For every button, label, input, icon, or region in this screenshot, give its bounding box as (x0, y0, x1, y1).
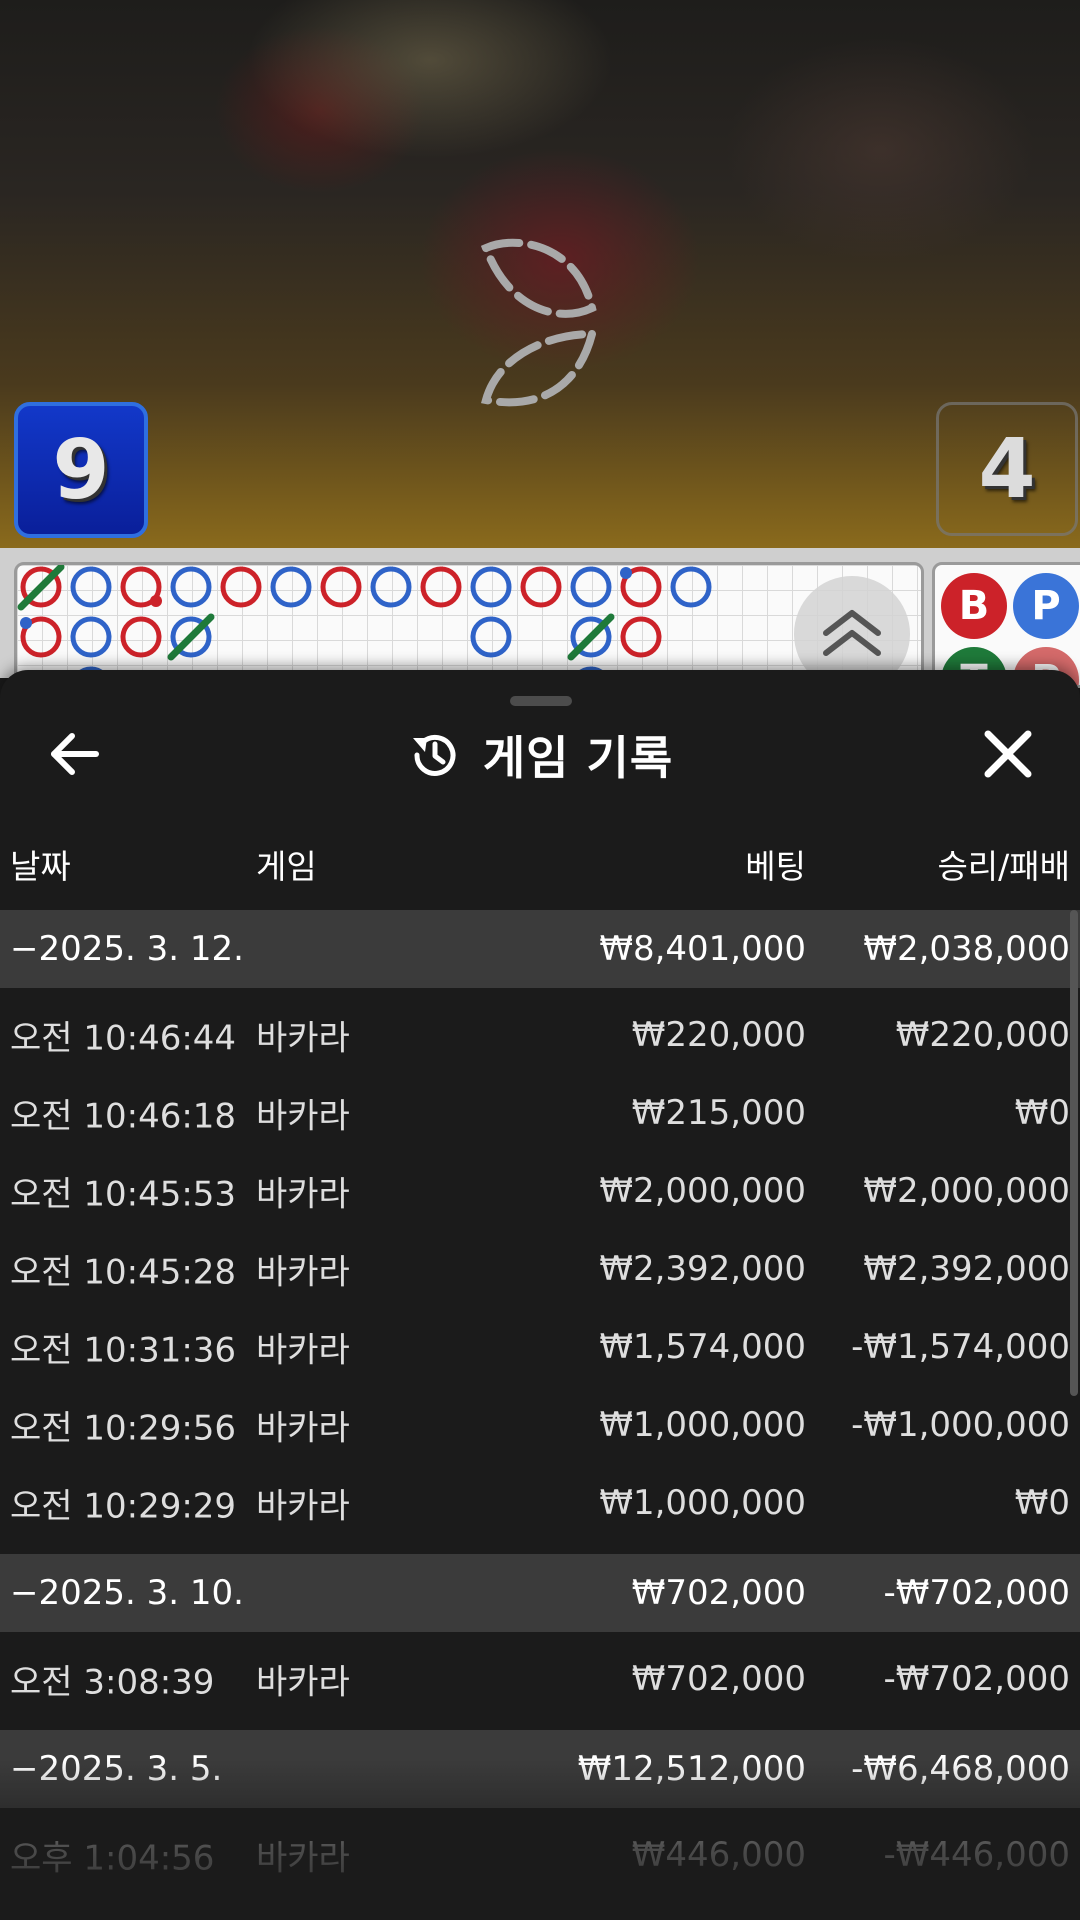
row-result: -₩1,574,000 (851, 1327, 1070, 1367)
sheet-drag-handle[interactable] (510, 696, 572, 706)
banker-score-badge: 4 (936, 402, 1078, 536)
player-road-mark (570, 566, 612, 608)
column-bet: 베팅 (745, 847, 806, 886)
table-row[interactable]: 오전 10:31:36 바카라 ₩1,574,000 -₩1,574,000 (0, 1308, 1080, 1386)
row-date: 오전 10:45:53 (10, 1174, 237, 1215)
row-result: ₩2,000,000 (863, 1171, 1070, 1211)
table-row[interactable]: 오전 10:46:44 바카라 ₩220,000 ₩220,000 (0, 996, 1080, 1074)
row-game: 바카라 (256, 1408, 350, 1449)
row-bet: ₩702,000 (631, 1573, 806, 1613)
banker-pair-dot (150, 595, 162, 607)
row-bet: ₩702,000 (631, 1659, 806, 1699)
player-road-mark (670, 566, 712, 608)
row-game: 바카라 (256, 1330, 350, 1371)
table-row[interactable]: 오전 10:29:56 바카라 ₩1,000,000 -₩1,000,000 (0, 1386, 1080, 1464)
column-game: 게임 (256, 847, 317, 886)
row-date: 오전 10:45:28 (10, 1252, 237, 1293)
row-result: ₩220,000 (895, 1015, 1070, 1055)
row-result: ₩0 (1014, 1483, 1070, 1523)
row-bet: ₩446,000 (631, 1835, 806, 1875)
row-bet: ₩2,000,000 (599, 1171, 806, 1211)
table-header: 날짜 게임 베팅 승리/패배 (0, 840, 1080, 894)
player-road-mark (70, 566, 112, 608)
row-date: −2025. 3. 12. (10, 929, 244, 969)
row-bet: ₩12,512,000 (577, 1749, 806, 1789)
sheet-header: 게임 기록 (0, 720, 1080, 790)
prediction-banker[interactable]: B (941, 573, 1007, 639)
row-bet: ₩215,000 (631, 1093, 806, 1133)
table-row[interactable]: 오전 10:46:18 바카라 ₩215,000 ₩0 (0, 1074, 1080, 1152)
chevron-double-up-icon (823, 610, 881, 656)
table-row[interactable]: 오전 10:45:53 바카라 ₩2,000,000 ₩2,000,000 (0, 1152, 1080, 1230)
live-video-area: 9 4 (0, 0, 1080, 548)
row-bet: ₩1,000,000 (599, 1405, 806, 1445)
table-row[interactable]: 오전 3:08:39 바카라 ₩702,000 -₩702,000 (0, 1640, 1080, 1718)
row-bet: ₩1,000,000 (599, 1483, 806, 1523)
row-result: -₩6,468,000 (851, 1749, 1070, 1789)
row-date: 오전 10:29:29 (10, 1486, 237, 1527)
table-row[interactable]: 오전 10:29:29 바카라 ₩1,000,000 ₩0 (0, 1464, 1080, 1542)
scrollbar[interactable] (1070, 910, 1078, 1396)
player-pair-dot (620, 567, 632, 579)
row-game: 바카라 (256, 1018, 350, 1059)
close-icon[interactable] (976, 722, 1040, 786)
player-road-mark (270, 566, 312, 608)
row-date: 오전 10:46:18 (10, 1096, 237, 1137)
banker-road-mark (420, 566, 462, 608)
row-game: 바카라 (256, 1838, 350, 1879)
banker-road-mark (620, 616, 662, 658)
banker-road-mark (220, 566, 262, 608)
column-result: 승리/패배 (937, 847, 1070, 886)
row-date: 오전 3:08:39 (10, 1662, 215, 1703)
history-table: −2025. 3. 12. ₩8,401,000 ₩2,038,000 오전 1… (0, 910, 1080, 1894)
row-bet: ₩2,392,000 (599, 1249, 806, 1289)
row-bet: ₩220,000 (631, 1015, 806, 1055)
date-group-row[interactable]: −2025. 3. 5. ₩12,512,000 -₩6,468,000 (0, 1730, 1080, 1808)
date-group-row[interactable]: −2025. 3. 10. ₩702,000 -₩702,000 (0, 1554, 1080, 1632)
row-date: 오전 10:29:56 (10, 1408, 237, 1449)
sheet-title: 게임 기록 (482, 731, 674, 785)
row-result: -₩702,000 (883, 1573, 1071, 1613)
row-game: 바카라 (256, 1252, 350, 1293)
column-date: 날짜 (10, 847, 71, 886)
player-road-mark (470, 566, 512, 608)
row-game: 바카라 (256, 1662, 350, 1703)
row-date: −2025. 3. 10. (10, 1573, 244, 1613)
row-date: 오전 10:31:36 (10, 1330, 237, 1371)
banker-road-mark (320, 566, 362, 608)
table-row[interactable]: 오전 10:45:28 바카라 ₩2,392,000 ₩2,392,000 (0, 1230, 1080, 1308)
row-game: 바카라 (256, 1486, 350, 1527)
player-road-mark (170, 566, 212, 608)
road-marks (17, 565, 712, 685)
row-bet: ₩8,401,000 (599, 929, 806, 969)
player-pair-dot (20, 617, 32, 629)
player-road-mark (470, 616, 512, 658)
row-result: -₩702,000 (883, 1659, 1071, 1699)
banker-road-mark (120, 616, 162, 658)
banker-road-mark (520, 566, 562, 608)
row-date: 오전 10:46:44 (10, 1018, 237, 1059)
player-road-mark (70, 616, 112, 658)
row-result: -₩446,000 (883, 1835, 1071, 1875)
loading-spinner-icon (480, 238, 598, 407)
row-result: ₩0 (1014, 1093, 1070, 1133)
game-history-sheet: 게임 기록 날짜 게임 베팅 승리/패배 −2025. 3. 12. ₩8,40… (0, 670, 1080, 1920)
row-game: 바카라 (256, 1096, 350, 1137)
row-result: -₩1,000,000 (851, 1405, 1070, 1445)
row-result: ₩2,392,000 (863, 1249, 1070, 1289)
row-bet: ₩1,574,000 (599, 1327, 806, 1367)
history-icon (412, 734, 456, 776)
row-game: 바카라 (256, 1174, 350, 1215)
player-score-badge: 9 (14, 402, 148, 538)
row-date: −2025. 3. 5. (10, 1749, 223, 1789)
row-date: 오후 1:04:56 (10, 1838, 215, 1879)
prediction-player[interactable]: P (1013, 573, 1079, 639)
row-result: ₩2,038,000 (863, 929, 1070, 969)
player-road-mark (370, 566, 412, 608)
date-group-row[interactable]: −2025. 3. 12. ₩8,401,000 ₩2,038,000 (0, 910, 1080, 988)
table-row[interactable]: 오후 1:04:56 바카라 ₩446,000 -₩446,000 (0, 1816, 1080, 1894)
